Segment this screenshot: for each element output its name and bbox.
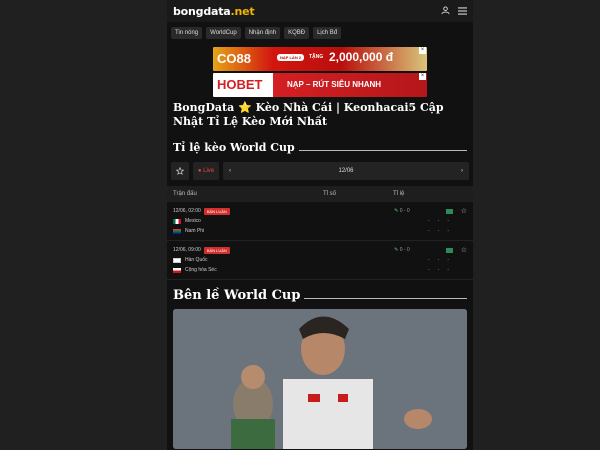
ad-amount: 2,000,000 đ: [329, 50, 394, 64]
ad-brand: CO88: [217, 51, 251, 66]
live-filter-button[interactable]: ● Live: [193, 162, 219, 180]
chevron-left-icon[interactable]: ‹: [229, 168, 231, 174]
odds-dash: -: [437, 267, 440, 273]
odds-dash: -: [427, 257, 430, 263]
odds-dash: -: [437, 257, 440, 263]
odds-dash: -: [447, 267, 449, 273]
date-selector[interactable]: ‹ 12/06 ›: [223, 162, 469, 180]
col-score: Tỉ số: [323, 191, 337, 197]
table-row[interactable]: 12/06, 02:00 BẢN LUẬN ✎ 0 - 0 ☆ Mexico -…: [167, 202, 473, 241]
top-nav: Tin nóng WorldCup Nhận định KQBĐ Lịch Bđ: [167, 22, 473, 44]
odds-dash: -: [437, 228, 440, 234]
user-icon[interactable]: [441, 2, 450, 20]
odds-section-title: Tỉ lệ kèo World Cup: [167, 141, 473, 154]
nav-tin-nong[interactable]: Tin nóng: [171, 27, 203, 39]
odds-dash: -: [427, 218, 430, 224]
nav-lich-bd[interactable]: Lịch Bđ: [313, 27, 342, 39]
page: bongdata.net Tin nóng WorldCup Nhận định…: [167, 0, 473, 450]
status-badge[interactable]: BẢN LUẬN: [203, 207, 230, 215]
ad-text: TẶNG: [309, 54, 324, 60]
ad-banner-co88[interactable]: CO88 NẠP LẦN 2 TẶNG 2,000,000 đ ×: [213, 47, 427, 71]
menu-icon[interactable]: [458, 2, 467, 20]
nav-kqbd[interactable]: KQBĐ: [284, 27, 310, 39]
match-time: 12/06, 02:00: [173, 208, 201, 214]
flag-mexico-icon: [173, 218, 181, 224]
col-match: Trận đấu: [173, 191, 197, 197]
live-icon: ✎: [394, 208, 399, 214]
close-icon[interactable]: ×: [419, 73, 426, 80]
col-odds: Tỉ lệ: [393, 191, 405, 197]
article-photo[interactable]: [173, 309, 467, 449]
team-name: Cộng hòa Séc: [185, 267, 217, 273]
score-value: ✎ 0 - 0: [394, 208, 410, 214]
odds-dash: -: [437, 218, 440, 224]
odds-dash: -: [427, 267, 430, 273]
stats-icon[interactable]: [445, 247, 453, 253]
favorite-star-icon[interactable]: ☆: [461, 207, 467, 215]
site-logo[interactable]: bongdata.net: [173, 4, 255, 18]
date-label: 12/06: [338, 168, 354, 174]
chevron-right-icon[interactable]: ›: [461, 168, 463, 174]
ad-text: NẠP – RÚT SIÊU NHANH: [287, 80, 382, 89]
ad-brand: HOBET: [217, 77, 263, 92]
stats-icon[interactable]: [445, 208, 453, 214]
team-name: Nam Phi: [185, 228, 205, 234]
ad-pill: NẠP LẦN 2: [277, 54, 305, 61]
page-title: BongData ⭐ Kèo Nhà Cái | Keonhacai5 Cập …: [167, 97, 473, 129]
section-heading: Tỉ lệ kèo World Cup: [173, 141, 295, 154]
status-badge[interactable]: BẢN LUẬN: [203, 246, 230, 254]
ad-banner-hobet[interactable]: HOBET NẠP – RÚT SIÊU NHANH ×: [213, 73, 427, 97]
table-header: Trận đấu Tỉ số Tỉ lệ: [167, 186, 473, 202]
favorite-star-icon[interactable]: [171, 162, 189, 180]
side-section-title: Bên lề World Cup: [167, 288, 473, 303]
odds-dash: -: [447, 228, 449, 234]
odds-controls: ● Live ‹ 12/06 ›: [171, 162, 469, 180]
team-name: Hàn Quốc: [185, 257, 208, 263]
match-time: 12/06, 09:00: [173, 247, 201, 253]
table-row[interactable]: 12/06, 09:00 BẢN LUẬN ✎ 0 - 0 ☆ Hàn Quốc…: [167, 241, 473, 280]
player-photo-illustration: [173, 309, 467, 449]
section-heading: Bên lề World Cup: [173, 288, 301, 303]
live-icon: ✎: [394, 247, 399, 253]
score: 0 - 0: [399, 247, 410, 253]
flag-south-africa-icon: [173, 228, 181, 234]
close-icon[interactable]: ×: [419, 47, 426, 54]
logo-suffix: .net: [230, 4, 255, 18]
odds-dash: -: [447, 218, 449, 224]
favorite-star-icon[interactable]: ☆: [461, 246, 467, 254]
odds-dash: -: [447, 257, 449, 263]
nav-nhan-dinh[interactable]: Nhận định: [244, 27, 281, 39]
top-bar: bongdata.net: [167, 0, 473, 22]
title-part: BongData: [173, 101, 239, 114]
star-icon: ⭐: [238, 101, 252, 114]
divider: [298, 149, 467, 151]
odds-dash: -: [427, 228, 430, 234]
team-name: Mexico: [185, 218, 201, 224]
flag-czech-icon: [173, 267, 181, 273]
flag-south-korea-icon: [173, 257, 181, 263]
divider: [304, 297, 467, 299]
nav-worldcup[interactable]: WorldCup: [206, 27, 241, 39]
logo-main: bongdata: [173, 4, 231, 18]
score: 0 - 0: [399, 208, 410, 214]
score-value: ✎ 0 - 0: [394, 247, 410, 253]
